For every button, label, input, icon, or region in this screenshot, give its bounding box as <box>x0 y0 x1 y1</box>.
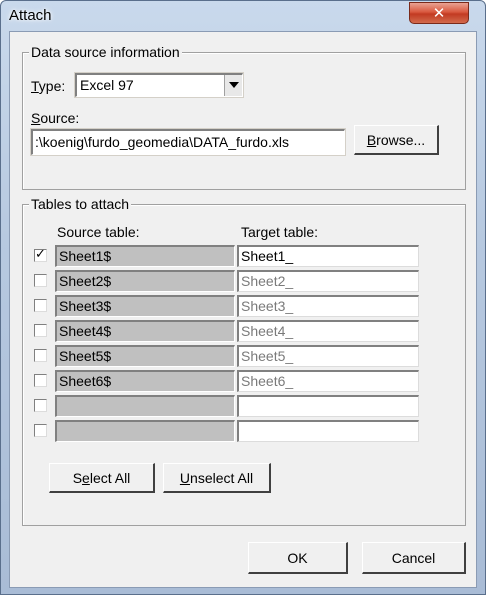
tables-grid: ✓ Sheet1$ Sheet1_ Sheet2$ Sheet2_ Sheet3$ Shee… <box>29 243 459 443</box>
attach-checkbox[interactable]: ✓ <box>34 246 47 262</box>
title-bar[interactable]: Attach ✕ <box>1 1 485 31</box>
attach-checkbox[interactable] <box>34 324 47 337</box>
source-table-cell: Sheet2$ <box>55 270 235 292</box>
close-button[interactable]: ✕ <box>409 2 469 24</box>
source-table-name: Sheet3$ <box>59 298 112 314</box>
source-table-cell: Sheet1$ <box>55 245 235 267</box>
attach-checkbox[interactable] <box>34 274 47 287</box>
source-table-cell: Sheet4$ <box>55 320 235 342</box>
attach-checkbox[interactable] <box>34 349 47 362</box>
source-table-cell <box>55 420 235 442</box>
checkmark-icon: ✓ <box>35 246 46 261</box>
table-row <box>29 418 459 442</box>
target-table-input[interactable]: Sheet6_ <box>237 370 419 392</box>
target-table-input[interactable] <box>237 395 419 417</box>
unselect-all-button-label: Unselect All <box>179 470 254 486</box>
target-table-column-header: Target table: <box>241 224 319 240</box>
table-row: Sheet6$ Sheet6_ <box>29 368 459 392</box>
select-all-button[interactable]: Select All <box>49 463 155 493</box>
target-table-name: Sheet2_ <box>241 273 294 289</box>
type-dropdown-value: Excel 97 <box>80 77 134 93</box>
close-icon: ✕ <box>432 4 446 22</box>
attach-checkbox[interactable] <box>34 374 47 387</box>
target-table-input[interactable]: Sheet2_ <box>237 270 419 292</box>
table-row: Sheet2$ Sheet2_ <box>29 268 459 292</box>
target-table-input[interactable]: Sheet4_ <box>237 320 419 342</box>
source-table-name: Sheet1$ <box>59 248 112 264</box>
source-table-cell <box>55 395 235 417</box>
data-source-group-label: Data source information <box>29 43 182 61</box>
table-row: Sheet3$ Sheet3_ <box>29 293 459 317</box>
ok-button-label: OK <box>287 550 308 566</box>
window-title: Attach <box>9 7 52 24</box>
source-table-name: Sheet2$ <box>59 273 112 289</box>
target-table-name: Sheet3_ <box>241 298 294 314</box>
ok-button[interactable]: OK <box>248 542 348 574</box>
target-table-input[interactable]: Sheet5_ <box>237 345 419 367</box>
source-table-column-header: Source table: <box>57 224 140 240</box>
table-row: Sheet4$ Sheet4_ <box>29 318 459 342</box>
browse-button-label: Browse... <box>366 132 426 148</box>
tables-group-label: Tables to attach <box>29 195 132 213</box>
target-table-name: Sheet5_ <box>241 348 294 364</box>
type-dropdown[interactable]: Excel 97 <box>74 72 244 98</box>
source-path-field[interactable]: :\koenig\furdo_geomedia\DATA_furdo.xls <box>30 128 346 156</box>
target-table-name: Sheet4_ <box>241 323 294 339</box>
dialog-client-area: Data source information Type: Excel 97 S… <box>9 31 477 588</box>
target-table-name: Sheet6_ <box>241 373 294 389</box>
attach-dialog: Attach ✕ Data source information Type: E… <box>0 0 486 595</box>
chevron-down-icon <box>229 82 239 88</box>
source-table-cell: Sheet3$ <box>55 295 235 317</box>
type-label: Type: <box>31 78 66 94</box>
target-table-input[interactable] <box>237 420 419 442</box>
tables-group: Tables to attach Source table: Target ta… <box>22 195 466 526</box>
source-table-name: Sheet4$ <box>59 323 112 339</box>
table-row <box>29 393 459 417</box>
source-label: Source: <box>31 110 80 126</box>
source-table-cell: Sheet5$ <box>55 345 235 367</box>
attach-checkbox[interactable] <box>34 299 47 312</box>
cancel-button[interactable]: Cancel <box>362 542 466 574</box>
select-all-button-label: Select All <box>72 470 131 486</box>
target-table-input[interactable]: Sheet3_ <box>237 295 419 317</box>
target-table-name: Sheet1_ <box>241 248 294 264</box>
attach-checkbox[interactable] <box>34 424 47 437</box>
table-row: ✓ Sheet1$ Sheet1_ <box>29 243 459 267</box>
cancel-button-label: Cancel <box>391 550 436 566</box>
browse-button[interactable]: Browse... <box>354 125 439 155</box>
dropdown-arrow-button[interactable] <box>224 75 242 96</box>
data-source-group: Data source information Type: Excel 97 S… <box>22 43 466 190</box>
table-row: Sheet5$ Sheet5_ <box>29 343 459 367</box>
target-table-input[interactable]: Sheet1_ <box>237 245 419 267</box>
unselect-all-button[interactable]: Unselect All <box>163 463 271 493</box>
source-table-name: Sheet6$ <box>59 373 112 389</box>
source-path-value: :\koenig\furdo_geomedia\DATA_furdo.xls <box>35 134 289 150</box>
source-table-cell: Sheet6$ <box>55 370 235 392</box>
attach-checkbox[interactable] <box>34 399 47 412</box>
source-table-name: Sheet5$ <box>59 348 112 364</box>
